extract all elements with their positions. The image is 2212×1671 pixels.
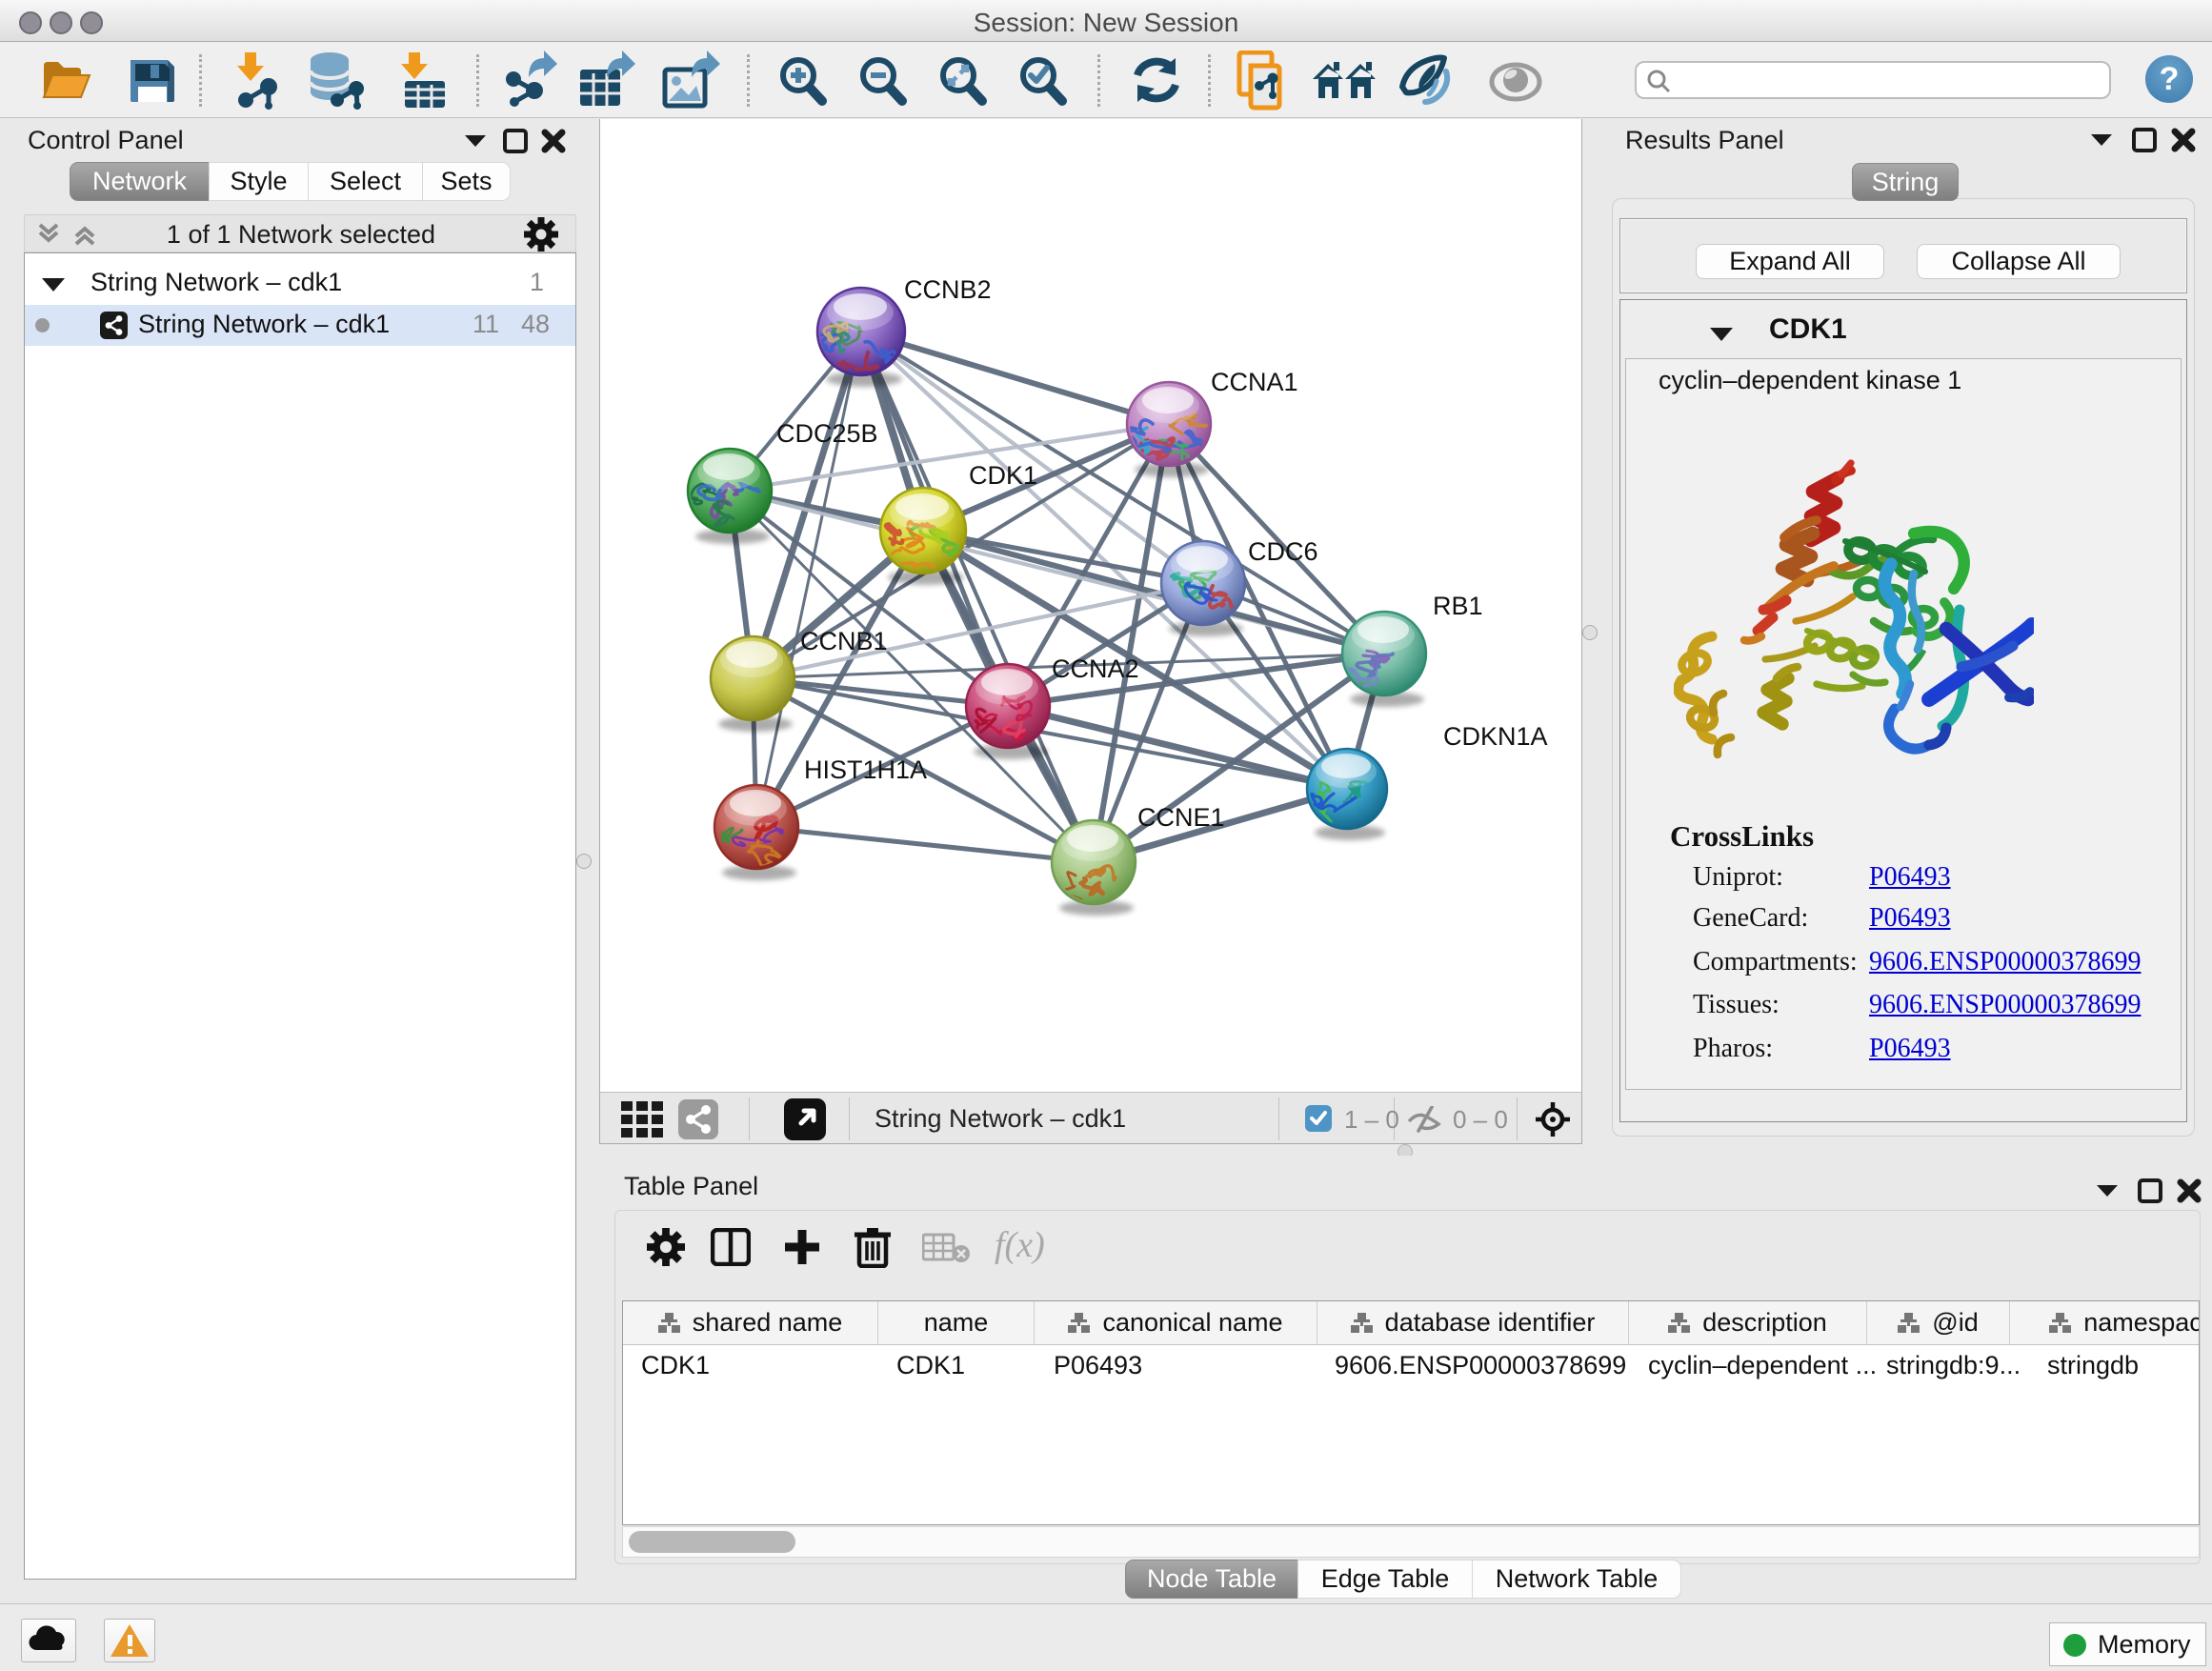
svg-text:CDKN1A: CDKN1A <box>1443 722 1548 751</box>
svg-text:CCNE1: CCNE1 <box>1137 803 1225 832</box>
svg-text:HIST1H1A: HIST1H1A <box>804 755 927 784</box>
svg-text:CCNB2: CCNB2 <box>904 275 992 304</box>
svg-text:CCNA1: CCNA1 <box>1211 368 1298 396</box>
svg-text:CDC6: CDC6 <box>1248 537 1318 566</box>
svg-text:CCNB1: CCNB1 <box>800 627 888 655</box>
svg-text:CCNA2: CCNA2 <box>1052 654 1139 683</box>
svg-text:CDK1: CDK1 <box>969 461 1037 490</box>
svg-text:RB1: RB1 <box>1433 592 1483 620</box>
svg-text:CDC25B: CDC25B <box>776 419 878 448</box>
